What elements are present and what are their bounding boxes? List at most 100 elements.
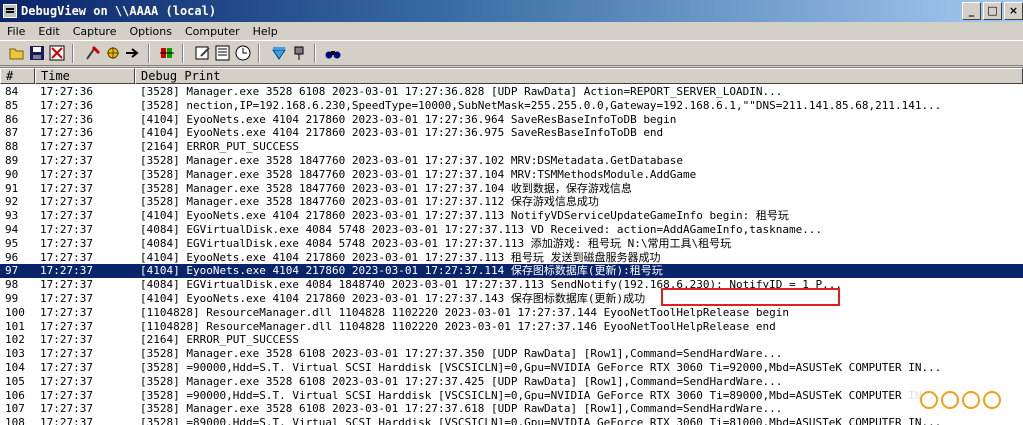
log-row[interactable]: 85 17:27:36 [3528] nection,IP=192.168.6.23… [0,99,1023,113]
row-time: 17:27:37 [40,236,93,250]
watermark-glyph-icon [919,391,938,409]
row-time: 17:27:37 [40,416,93,425]
log-row[interactable]: 102 17:27:37 [2164] ERROR_PUT_SUCCESS [0,333,1023,347]
row-debug-print: [3528] Manager.exe 3528 6108 2023-03-01 … [140,347,783,361]
row-debug-print: [3528] =90000,Hdd=S.T. Virtual SCSI Hard… [140,388,942,402]
row-time: 17:27:36 [40,85,93,98]
log-row[interactable]: 105 17:27:37 [3528] Manager.exe 3528 6108 … [0,375,1023,389]
row-debug-print: [3528] Manager.exe 3528 6108 2023-03-01 … [140,402,783,416]
close-button[interactable]: × [1004,2,1023,20]
log-row[interactable]: 94 17:27:37 [4084] EGVirtualDisk.exe 4084 … [0,223,1023,237]
row-number: 99 [5,291,19,305]
row-time: 17:27:37 [40,388,93,402]
log-row[interactable]: 106 17:27:37 [3528] =90000,Hdd=S.T. Virtua… [0,389,1023,403]
row-time: 17:27:37 [40,333,93,347]
row-number: 95 [5,236,19,250]
row-time: 17:27:37 [40,402,93,416]
capture-icon[interactable] [84,44,102,62]
annotation-highlight-box [661,288,840,306]
clear-display-icon[interactable] [48,44,66,62]
column-header-debug-print[interactable]: Debug Print [135,68,1023,84]
save-icon[interactable] [28,44,46,62]
pin-icon[interactable] [290,44,308,62]
menu-computer[interactable]: Computer [178,25,246,38]
menu-file[interactable]: File [0,25,31,38]
row-number: 104 [5,360,25,374]
row-time: 17:27:36 [40,112,93,126]
find-icon[interactable] [324,44,342,62]
log-row[interactable]: 87 17:27:36 [4104] EyooNets.exe 4104 21786… [0,126,1023,140]
maximize-button[interactable]: □ [983,2,1002,20]
menu-edit[interactable]: Edit [31,25,65,38]
log-row[interactable]: 103 17:27:37 [3528] Manager.exe 3528 6108 … [0,347,1023,361]
menu-options[interactable]: Options [122,25,177,38]
log-row[interactable]: 98 17:27:37 [4084] EGVirtualDisk.exe 4084 … [0,278,1023,292]
row-number: 108 [5,416,25,425]
filter-icon[interactable] [158,44,176,62]
row-number: 100 [5,305,25,319]
log-row[interactable]: 84 17:27:36 [3528] Manager.exe 3528 6108 2… [0,85,1023,99]
log-row[interactable]: 101 17:27:37 [1104828] ResourceManager.dll… [0,320,1023,334]
log-row[interactable]: 108 17:27:37 [3528] =89000,Hdd=S.T. Virtua… [0,416,1023,425]
row-time: 17:27:36 [40,126,93,140]
clock-icon[interactable] [234,44,252,62]
row-debug-print: [3528] Manager.exe 3528 1847760 2023-03-… [140,167,697,181]
row-debug-print: [3528] =90000,Hdd=S.T. Virtual SCSI Hard… [140,360,942,374]
log-row[interactable]: 104 17:27:37 [3528] =90000,Hdd=S.T. Virtua… [0,361,1023,375]
row-number: 88 [5,140,19,154]
debugview-app-icon[interactable] [3,4,17,18]
menu-bar: File Edit Capture Options Computer Help [0,22,1023,40]
row-time: 17:27:37 [40,347,93,361]
row-debug-print: [1104828] ResourceManager.dll 1104828 11… [140,305,790,319]
column-header-time[interactable]: Time [35,68,135,84]
arrow-right-icon[interactable] [124,44,142,62]
toolbar-separator [314,44,316,63]
open-icon[interactable] [8,44,26,62]
row-number: 105 [5,374,25,388]
row-debug-print: [4104] EyooNets.exe 4104 217860 2023-03-… [140,112,677,126]
log-row[interactable]: 92 17:27:37 [3528] Manager.exe 3528 184776… [0,195,1023,209]
menu-help[interactable]: Help [246,25,284,38]
row-number: 101 [5,319,25,333]
log-rows: 84 17:27:36 [3528] Manager.exe 3528 6108 2… [0,85,1023,425]
log-row[interactable]: 97 17:27:37 [4104] EyooNets.exe 4104 21786… [0,264,1023,279]
row-time: 17:27:37 [40,195,93,209]
row-debug-print: [2164] ERROR_PUT_SUCCESS [140,333,299,347]
log-row[interactable]: 89 17:27:37 [3528] Manager.exe 3528 184776… [0,154,1023,168]
row-time: 17:27:37 [40,291,93,305]
row-debug-print: [3528] Manager.exe 3528 6108 2023-03-01 … [140,374,783,388]
row-debug-print: [4104] EyooNets.exe 4104 217860 2023-03-… [140,264,663,278]
row-debug-print: [4104] EyooNets.exe 4104 217860 2023-03-… [140,250,661,264]
watermark-glyph-icon [982,391,1001,409]
row-number: 92 [5,195,19,209]
log-row[interactable]: 88 17:27:37 [2164] ERROR_PUT_SUCCESS [0,140,1023,154]
row-number: 90 [5,167,19,181]
row-time: 17:27:37 [40,140,93,154]
row-number: 96 [5,250,19,264]
autoscroll-icon[interactable] [104,44,122,62]
minimize-button[interactable]: _ [962,2,981,20]
log-row[interactable]: 93 17:27:37 [4104] EyooNets.exe 4104 21786… [0,209,1023,223]
properties-icon[interactable] [194,44,212,62]
log-row[interactable]: 90 17:27:37 [3528] Manager.exe 3528 184776… [0,168,1023,182]
log-row[interactable]: 99 17:27:37 [4104] EyooNets.exe 4104 21786… [0,292,1023,306]
log-row[interactable]: 96 17:27:37 [4104] EyooNets.exe 4104 21786… [0,251,1023,265]
log-row[interactable]: 86 17:27:36 [4104] EyooNets.exe 4104 21786… [0,113,1023,127]
row-debug-print: [3528] Manager.exe 3528 1847760 2023-03-… [140,195,599,209]
row-number: 87 [5,126,19,140]
log-row[interactable]: 91 17:27:37 [3528] Manager.exe 3528 184776… [0,182,1023,196]
highlight-icon[interactable] [270,44,288,62]
title-bar[interactable]: DebugView on \\AAAA (local) _ □ × [0,0,1023,22]
log-row[interactable]: 107 17:27:37 [3528] Manager.exe 3528 6108 … [0,402,1023,416]
toolbar-separator [148,44,150,63]
row-number: 86 [5,112,19,126]
log-row[interactable]: 95 17:27:37 [4084] EGVirtualDisk.exe 4084 … [0,237,1023,251]
column-header-number[interactable]: # [0,68,35,84]
row-debug-print: [4104] EyooNets.exe 4104 217860 2023-03-… [140,291,646,305]
log-row[interactable]: 100 17:27:37 [1104828] ResourceManager.dll… [0,306,1023,320]
menu-capture[interactable]: Capture [66,25,123,38]
debug-output-list[interactable]: # Time Debug Print 84 17:27:36 [3528] Mana… [0,67,1023,425]
row-time: 17:27:37 [40,181,93,195]
history-depth-icon[interactable] [214,44,232,62]
row-time: 17:27:37 [40,360,93,374]
